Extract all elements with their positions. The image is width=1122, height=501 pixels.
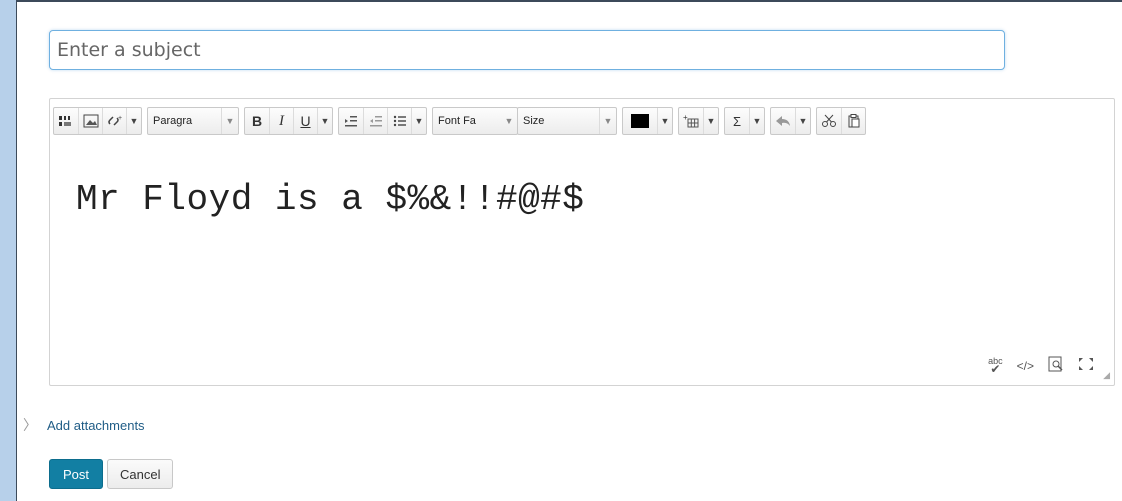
equation-group: Σ ▼ [724, 107, 765, 135]
table-icon: + [683, 114, 699, 128]
bullet-list-button[interactable] [387, 108, 411, 134]
discussion-compose-panel: + ▼ Paragra ▼ B I U ▼ [16, 0, 1122, 501]
paragraph-select-label: Paragra [153, 115, 193, 127]
size-select-label: Size [523, 115, 545, 127]
insert-group: + ▼ [53, 107, 142, 135]
format-group: B I U ▼ [244, 107, 333, 135]
chevron-down-icon: ▼ [221, 108, 238, 134]
insert-link-button[interactable]: + [102, 108, 126, 134]
cut-button[interactable] [817, 108, 841, 134]
bold-button[interactable]: B [245, 108, 269, 134]
chevron-down-icon: ▼ [504, 116, 514, 126]
bullet-list-icon [393, 115, 406, 127]
cancel-button[interactable]: Cancel [107, 459, 174, 489]
chevron-down-icon: ▼ [706, 116, 716, 126]
text-color-group: ▼ [622, 107, 673, 135]
undo-dropdown-caret[interactable]: ▼ [795, 108, 810, 134]
editor-toolbar: + ▼ Paragra ▼ B I U ▼ ▼ Font Fa ▼ Size ▼… [53, 107, 871, 135]
size-select[interactable]: Size ▼ [517, 107, 617, 135]
table-group: + ▼ [678, 107, 719, 135]
equation-icon: Σ [732, 113, 742, 129]
editor-content[interactable]: Mr Floyd is a $%&!!#@#$ [76, 179, 584, 220]
insert-stuff-button[interactable] [54, 108, 78, 134]
fullscreen-icon[interactable] [1078, 357, 1094, 374]
svg-text:+: + [118, 115, 122, 122]
spellcheck-icon[interactable]: abc ✔ [988, 357, 1003, 376]
insert-image-button[interactable] [78, 108, 102, 134]
chevron-right-icon: 〉 [23, 417, 37, 433]
resize-grip-icon[interactable]: ◢ [1103, 370, 1110, 381]
font-family-select[interactable]: Font Fa ▼ [432, 107, 518, 135]
cut-icon [822, 114, 836, 127]
chevron-down-icon: ▼ [599, 108, 616, 134]
clipboard-group [816, 107, 866, 135]
html-editor: + ▼ Paragra ▼ B I U ▼ ▼ Font Fa ▼ Size ▼… [49, 98, 1115, 386]
chevron-down-icon: ▼ [414, 116, 424, 126]
bold-icon: B [251, 113, 263, 129]
format-dropdown-caret[interactable]: ▼ [317, 108, 332, 134]
panel-top-border [17, 0, 1122, 2]
chevron-down-icon: ▼ [752, 116, 762, 126]
paragraph-select[interactable]: Paragra ▼ [147, 107, 239, 135]
table-dropdown-caret[interactable]: ▼ [703, 108, 718, 134]
italic-icon: I [279, 112, 284, 129]
indent-button[interactable] [339, 108, 363, 134]
text-color-button[interactable] [623, 108, 657, 134]
insert-dropdown-caret[interactable]: ▼ [126, 108, 141, 134]
chevron-down-icon: ▼ [798, 116, 808, 126]
text-color-icon [631, 114, 649, 128]
underline-button[interactable]: U [293, 108, 317, 134]
indent-list-group: ▼ [338, 107, 427, 135]
undo-button[interactable] [771, 108, 795, 134]
preview-icon[interactable] [1048, 356, 1064, 375]
paste-icon [848, 114, 859, 128]
equation-button[interactable]: Σ [725, 108, 749, 134]
indent-icon [345, 116, 357, 127]
add-attachments-toggle[interactable]: 〉 Add attachments [23, 415, 145, 435]
italic-button[interactable]: I [269, 108, 293, 134]
outdent-button[interactable] [363, 108, 387, 134]
undo-icon [776, 116, 790, 126]
chevron-down-icon: ▼ [320, 116, 330, 126]
editor-status-bar: abc ✔ </> [988, 356, 1094, 375]
undo-group: ▼ [770, 107, 811, 135]
equation-dropdown-caret[interactable]: ▼ [749, 108, 764, 134]
paste-button[interactable] [841, 108, 865, 134]
svg-text:+: + [683, 114, 688, 122]
outdent-icon [369, 116, 382, 127]
insert-image-icon [83, 114, 98, 128]
chevron-down-icon: ▼ [129, 116, 139, 126]
source-code-icon[interactable]: </> [1017, 359, 1034, 373]
list-dropdown-caret[interactable]: ▼ [411, 108, 426, 134]
insert-link-icon: + [107, 115, 122, 126]
font-family-select-label: Font Fa [438, 115, 476, 127]
form-actions: Post Cancel [49, 459, 174, 489]
subject-input[interactable] [49, 30, 1005, 70]
underline-icon: U [300, 113, 311, 129]
insert-table-button[interactable]: + [679, 108, 703, 134]
chevron-down-icon: ▼ [660, 116, 670, 126]
add-attachments-link[interactable]: Add attachments [47, 418, 145, 433]
text-color-dropdown-caret[interactable]: ▼ [657, 108, 672, 134]
post-button[interactable]: Post [49, 459, 104, 489]
insert-stuff-icon [59, 116, 71, 126]
